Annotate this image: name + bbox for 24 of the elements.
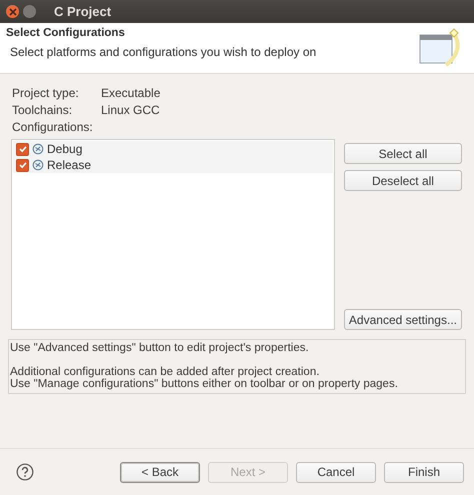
configuration-name[interactable]: Release	[47, 158, 92, 172]
property-label: Toolchains:	[12, 103, 74, 117]
property-value: Linux GCC	[101, 103, 160, 117]
advanced-settings-button[interactable]: Advanced settings...	[344, 309, 462, 330]
configuration-name[interactable]: Debug	[47, 142, 82, 156]
page-description: Select platforms and configurations you wish to deploy on	[10, 45, 316, 59]
property-value: Executable	[101, 86, 160, 100]
side-button[interactable]: Deselect all	[344, 170, 462, 191]
dialog-button[interactable]: Finish	[384, 462, 464, 482]
dialog-button[interactable]: < Back	[120, 462, 200, 482]
minimize-icon[interactable]	[23, 5, 36, 18]
property-label: Project type:	[12, 86, 80, 100]
side-button[interactable]: Select all	[344, 143, 462, 164]
info-text: Additional configurations can be added after project creation.	[10, 366, 320, 378]
property-label: Configurations:	[12, 120, 94, 134]
close-icon[interactable]	[6, 5, 19, 18]
checkbox[interactable]	[16, 158, 29, 172]
info-text: Use "Manage configurations" buttons either on toolbar or on property pages.	[10, 378, 399, 390]
dialog-button[interactable]: Cancel	[296, 462, 376, 482]
info-text: Use "Advanced settings" button to edit project's properties.	[10, 342, 310, 354]
help-icon[interactable]	[16, 463, 34, 481]
window-title: C Project	[54, 4, 112, 19]
checkbox[interactable]	[16, 142, 29, 156]
page-title: Select Configurations	[6, 27, 126, 39]
